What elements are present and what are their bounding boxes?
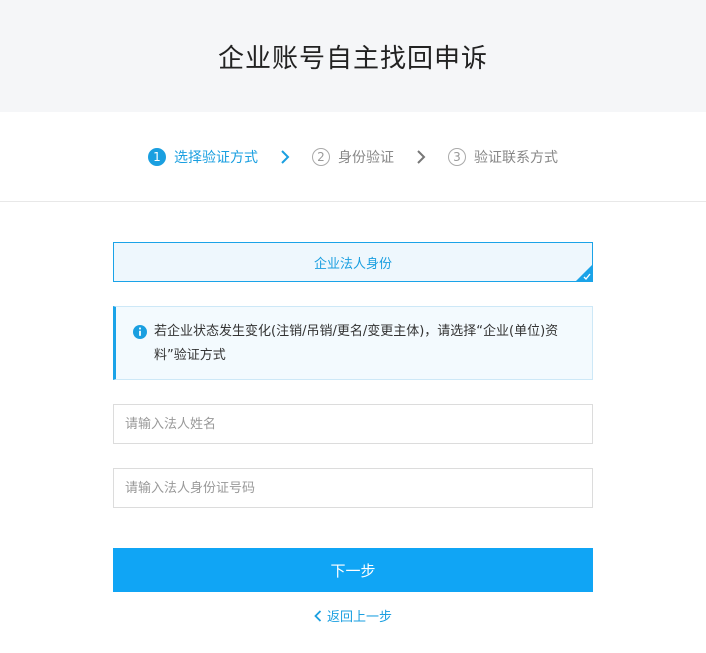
back-link[interactable]: 返回上一步 — [113, 606, 593, 625]
notice-box: 若企业状态发生变化(注销/吊销/更名/变更主体)，请选择“企业(单位)资料”验证… — [113, 306, 593, 380]
step-2: 2 身份验证 — [312, 147, 394, 167]
chevron-right-icon — [280, 149, 290, 164]
page-title: 企业账号自主找回申诉 — [217, 43, 488, 74]
step-3-number: 3 — [448, 147, 466, 166]
form-container: 企业法人身份 若企业状态发生变化(注销/吊销/更名/变更主体)，请选择“企业(单… — [113, 242, 593, 625]
next-step-button[interactable]: 下一步 — [113, 548, 593, 592]
info-icon — [133, 325, 147, 339]
step-2-number: 2 — [312, 147, 330, 166]
back-label: 返回上一步 — [326, 610, 392, 625]
legal-name-field — [113, 404, 593, 444]
option-legal-person[interactable]: 企业法人身份 — [113, 242, 593, 282]
chevron-left-icon — [314, 609, 322, 622]
legal-id-field — [113, 468, 593, 508]
step-1-label: 选择验证方式 — [174, 149, 258, 166]
step-1-number: 1 — [148, 147, 166, 166]
checkmark-icon — [576, 265, 592, 281]
step-indicator: 1 选择验证方式 2 身份验证 3 验证联系方式 — [0, 112, 706, 202]
notice-text: 若企业状态发生变化(注销/吊销/更名/变更主体)，请选择“企业(单位)资料”验证… — [154, 324, 559, 363]
step-2-label: 身份验证 — [338, 149, 394, 166]
step-3: 3 验证联系方式 — [448, 147, 558, 167]
legal-name-input[interactable] — [114, 405, 592, 443]
step-3-label: 验证联系方式 — [474, 149, 558, 166]
step-1: 1 选择验证方式 — [148, 147, 258, 167]
legal-id-input[interactable] — [114, 469, 592, 507]
option-label: 企业法人身份 — [313, 256, 392, 272]
chevron-right-icon — [416, 149, 426, 164]
page-header: 企业账号自主找回申诉 — [0, 0, 706, 112]
